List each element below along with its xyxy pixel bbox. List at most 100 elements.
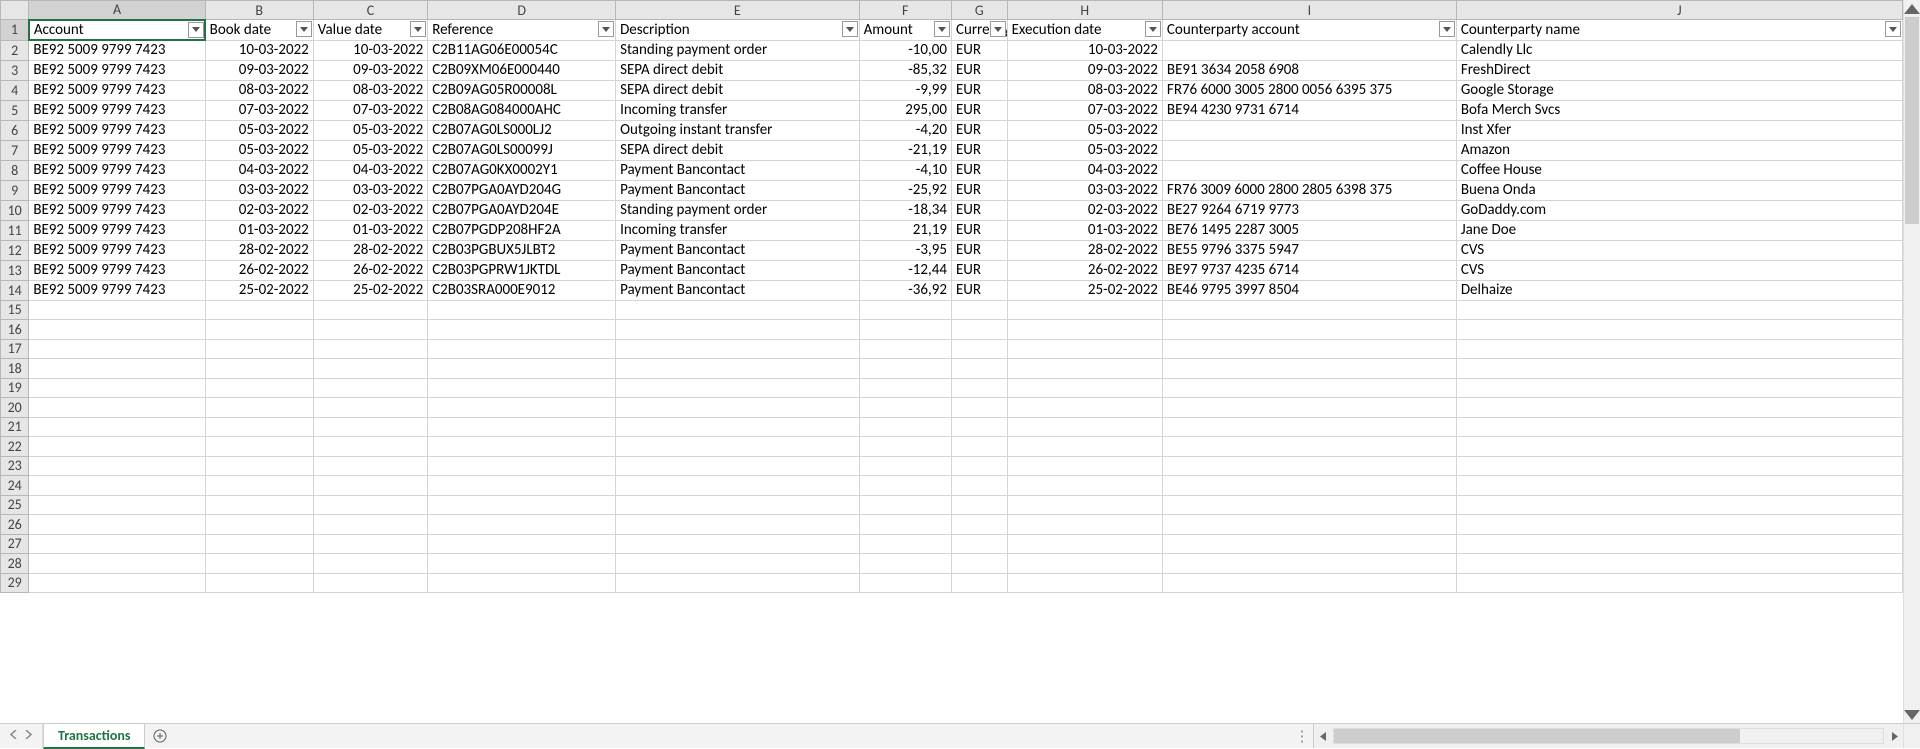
row-header-24[interactable]: 24 bbox=[1, 476, 29, 496]
cell-F13[interactable]: -12,44 bbox=[859, 260, 951, 280]
row-header-22[interactable]: 22 bbox=[1, 437, 29, 457]
cell-E28[interactable] bbox=[616, 554, 860, 574]
cell-J20[interactable] bbox=[1456, 398, 1902, 418]
cell-F17[interactable] bbox=[859, 339, 951, 359]
cell-F12[interactable]: -3,95 bbox=[859, 240, 951, 260]
cell-E7[interactable]: SEPA direct debit bbox=[616, 140, 860, 160]
cell-D12[interactable]: C2B03PGBUX5JLBT2 bbox=[428, 240, 616, 260]
row-header-10[interactable]: 10 bbox=[1, 200, 29, 220]
vscroll-track[interactable] bbox=[1904, 17, 1920, 706]
cell-G9[interactable]: EUR bbox=[951, 180, 1007, 200]
cell-E13[interactable]: Payment Bancontact bbox=[616, 260, 860, 280]
cell-A29[interactable] bbox=[29, 573, 205, 593]
row-header-23[interactable]: 23 bbox=[1, 456, 29, 476]
cell-D5[interactable]: C2B08AG084000AHC bbox=[428, 100, 616, 120]
cell-C25[interactable] bbox=[313, 495, 427, 515]
cell-A18[interactable] bbox=[29, 359, 205, 379]
col-header-B[interactable]: B bbox=[205, 1, 313, 20]
scroll-up-button[interactable] bbox=[1904, 0, 1920, 17]
cell-E21[interactable] bbox=[616, 417, 860, 437]
cell-J21[interactable] bbox=[1456, 417, 1902, 437]
cell-D23[interactable] bbox=[428, 456, 616, 476]
col-header-G[interactable]: G bbox=[951, 1, 1007, 20]
cell-E29[interactable] bbox=[616, 573, 860, 593]
cell-I1[interactable]: Counterparty account bbox=[1162, 20, 1456, 41]
cell-E6[interactable]: Outgoing instant transfer bbox=[616, 120, 860, 140]
cell-G20[interactable] bbox=[951, 398, 1007, 418]
cell-E24[interactable] bbox=[616, 476, 860, 496]
cell-F25[interactable] bbox=[859, 495, 951, 515]
cell-B1[interactable]: Book date bbox=[205, 20, 313, 41]
hscroll-thumb[interactable] bbox=[1334, 729, 1740, 743]
cell-C4[interactable]: 08-03-2022 bbox=[313, 80, 427, 100]
cell-E16[interactable] bbox=[616, 320, 860, 340]
cell-A4[interactable]: BE92 5009 9799 7423 bbox=[29, 80, 205, 100]
cell-H5[interactable]: 07-03-2022 bbox=[1007, 100, 1162, 120]
cell-E23[interactable] bbox=[616, 456, 860, 476]
cell-C15[interactable] bbox=[313, 300, 427, 320]
cell-I2[interactable] bbox=[1162, 40, 1456, 60]
cell-H27[interactable] bbox=[1007, 534, 1162, 554]
cell-I23[interactable] bbox=[1162, 456, 1456, 476]
cell-A3[interactable]: BE92 5009 9799 7423 bbox=[29, 60, 205, 80]
cell-G25[interactable] bbox=[951, 495, 1007, 515]
cell-B23[interactable] bbox=[205, 456, 313, 476]
cell-H26[interactable] bbox=[1007, 515, 1162, 535]
cell-F11[interactable]: 21,19 bbox=[859, 220, 951, 240]
cell-I26[interactable] bbox=[1162, 515, 1456, 535]
row-header-28[interactable]: 28 bbox=[1, 554, 29, 574]
cell-D25[interactable] bbox=[428, 495, 616, 515]
cell-A8[interactable]: BE92 5009 9799 7423 bbox=[29, 160, 205, 180]
cell-G12[interactable]: EUR bbox=[951, 240, 1007, 260]
cell-F22[interactable] bbox=[859, 437, 951, 457]
cell-E1[interactable]: Description bbox=[616, 20, 860, 41]
cell-A23[interactable] bbox=[29, 456, 205, 476]
cell-D4[interactable]: C2B09AG05R00008L bbox=[428, 80, 616, 100]
cell-E20[interactable] bbox=[616, 398, 860, 418]
cell-G19[interactable] bbox=[951, 378, 1007, 398]
row-header-29[interactable]: 29 bbox=[1, 573, 29, 593]
cell-F4[interactable]: -9,99 bbox=[859, 80, 951, 100]
cell-H4[interactable]: 08-03-2022 bbox=[1007, 80, 1162, 100]
cell-I29[interactable] bbox=[1162, 573, 1456, 593]
cell-H29[interactable] bbox=[1007, 573, 1162, 593]
cell-F21[interactable] bbox=[859, 417, 951, 437]
cell-D15[interactable] bbox=[428, 300, 616, 320]
cell-C17[interactable] bbox=[313, 339, 427, 359]
cell-I27[interactable] bbox=[1162, 534, 1456, 554]
filter-dropdown-button[interactable] bbox=[1439, 21, 1455, 37]
cell-D1[interactable]: Reference bbox=[428, 20, 616, 41]
cell-D16[interactable] bbox=[428, 320, 616, 340]
cell-F14[interactable]: -36,92 bbox=[859, 280, 951, 300]
cell-H17[interactable] bbox=[1007, 339, 1162, 359]
cell-B7[interactable]: 05-03-2022 bbox=[205, 140, 313, 160]
cell-I9[interactable]: FR76 3009 6000 2800 2805 6398 375 bbox=[1162, 180, 1456, 200]
cell-D29[interactable] bbox=[428, 573, 616, 593]
cell-E4[interactable]: SEPA direct debit bbox=[616, 80, 860, 100]
cell-J8[interactable]: Coffee House bbox=[1456, 160, 1902, 180]
cell-G15[interactable] bbox=[951, 300, 1007, 320]
cell-C18[interactable] bbox=[313, 359, 427, 379]
cell-F6[interactable]: -4,20 bbox=[859, 120, 951, 140]
cell-E14[interactable]: Payment Bancontact bbox=[616, 280, 860, 300]
cell-C28[interactable] bbox=[313, 554, 427, 574]
cell-D14[interactable]: C2B03SRA000E9012 bbox=[428, 280, 616, 300]
cell-H12[interactable]: 28-02-2022 bbox=[1007, 240, 1162, 260]
cell-D21[interactable] bbox=[428, 417, 616, 437]
row-header-26[interactable]: 26 bbox=[1, 515, 29, 535]
cell-F1[interactable]: Amount bbox=[859, 20, 951, 41]
cell-G1[interactable]: Currency bbox=[951, 20, 1007, 41]
cell-C11[interactable]: 01-03-2022 bbox=[313, 220, 427, 240]
row-header-12[interactable]: 12 bbox=[1, 240, 29, 260]
cell-F20[interactable] bbox=[859, 398, 951, 418]
cell-C19[interactable] bbox=[313, 378, 427, 398]
col-header-I[interactable]: I bbox=[1162, 1, 1456, 20]
cell-E12[interactable]: Payment Bancontact bbox=[616, 240, 860, 260]
cell-G13[interactable]: EUR bbox=[951, 260, 1007, 280]
cell-H6[interactable]: 05-03-2022 bbox=[1007, 120, 1162, 140]
cell-I10[interactable]: BE27 9264 6719 9773 bbox=[1162, 200, 1456, 220]
cell-G14[interactable]: EUR bbox=[951, 280, 1007, 300]
cell-H25[interactable] bbox=[1007, 495, 1162, 515]
cell-J3[interactable]: FreshDirect bbox=[1456, 60, 1902, 80]
cell-F3[interactable]: -85,32 bbox=[859, 60, 951, 80]
